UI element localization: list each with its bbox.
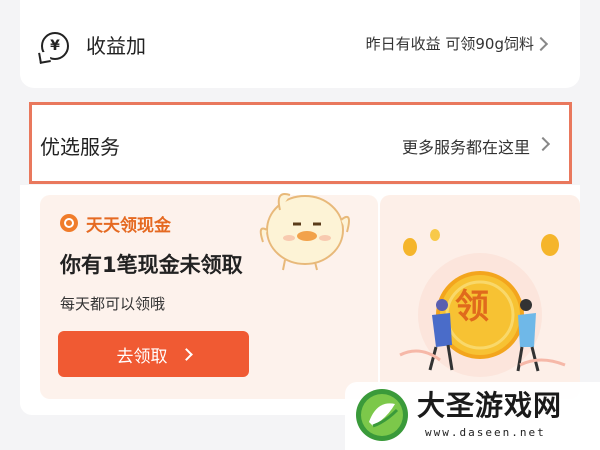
coin-character: 领 <box>455 286 489 327</box>
services-row[interactable]: 优选服务 更多服务都在这里 <box>32 104 570 182</box>
earnings-card: ¥ 收益加 昨日有收益 可领90g饲料 <box>20 0 580 88</box>
claim-button[interactable]: 去领取 <box>58 331 249 377</box>
claim-button-label: 去领取 <box>116 346 168 367</box>
site-logo-icon <box>356 389 408 441</box>
earnings-row[interactable]: ¥ 收益加 昨日有收益 可领90g饲料 <box>20 0 580 88</box>
chevron-right-icon <box>535 136 551 152</box>
chevron-right-icon <box>179 347 193 361</box>
promo-tag: 天天领现金 <box>86 216 171 236</box>
watermark-url: www.daseen.net <box>425 426 546 439</box>
watermark-title: 大圣游戏网 <box>417 389 563 422</box>
promo-description: 每天都可以领哦 <box>60 295 166 313</box>
services-more-link[interactable]: 更多服务都在这里 <box>402 134 530 158</box>
earnings-title: 收益加 <box>86 34 146 58</box>
services-title: 优选服务 <box>40 135 120 159</box>
coin-illustration-card[interactable]: 领 <box>380 195 580 399</box>
cash-coin-icon <box>60 214 78 232</box>
earnings-subtitle: 昨日有收益 可领90g饲料 <box>365 35 534 53</box>
chevron-right-icon <box>533 36 549 52</box>
site-watermark: 大圣游戏网 www.daseen.net <box>345 382 600 450</box>
promo-heading: 你有1笔现金未领取 <box>60 253 243 277</box>
yuan-coin-icon: ¥ <box>41 32 69 60</box>
chick-mascot-icon <box>259 193 350 271</box>
